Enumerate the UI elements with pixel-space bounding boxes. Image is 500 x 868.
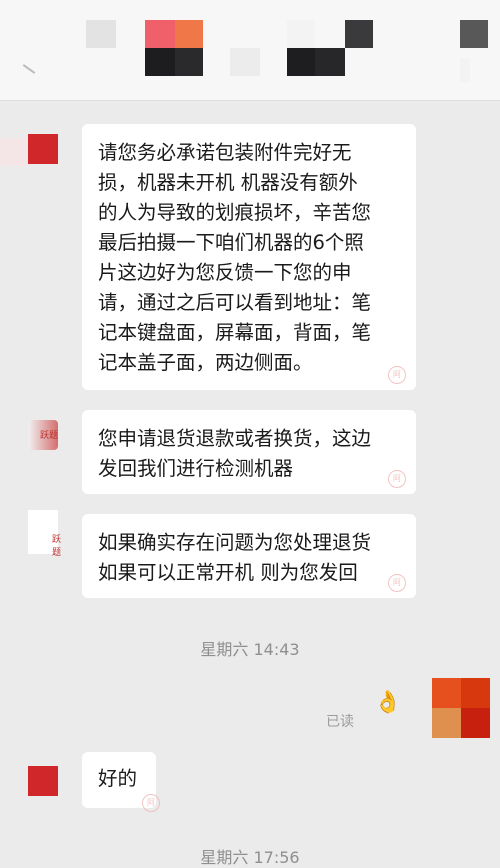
watermark-icon: 阿 <box>388 470 406 488</box>
avatar-shadow <box>0 138 28 166</box>
avatar[interactable]: 跃题 <box>28 420 58 450</box>
redacted-pixel-block <box>287 48 315 76</box>
self-avatar[interactable] <box>432 678 490 738</box>
chat-header <box>0 0 500 101</box>
self-avatar-pixel <box>432 708 461 738</box>
avatar[interactable]: 跃题 <box>28 510 61 558</box>
read-receipt: 已读 <box>326 714 354 730</box>
message-bubble[interactable]: 请您务必承诺包装附件完好无 损，机器未开机 机器没有额外 的人为导致的划痕损坏，… <box>82 124 416 390</box>
message-bubble[interactable]: 您申请退货退款或者换货，这边 发回我们进行检测机器 阿 <box>82 410 416 494</box>
avatar-label: 跃题 <box>52 535 62 558</box>
message-bubble[interactable]: 好的 阿 <box>82 752 160 812</box>
ok-hand-sticker[interactable]: 👌 <box>374 690 401 715</box>
message-text: 好的 <box>98 767 138 790</box>
message-text: 请您务必承诺包装附件完好无 损，机器未开机 机器没有额外 的人为导致的划痕损坏，… <box>98 141 372 374</box>
redacted-pixel-block <box>175 48 203 76</box>
avatar-label: 跃题 <box>40 431 59 441</box>
back-arrow-icon[interactable] <box>22 64 36 74</box>
self-avatar-pixel <box>461 678 490 708</box>
redacted-pixel-block <box>315 48 345 76</box>
timestamp: 星期六 14:43 <box>200 640 300 659</box>
redacted-pixel-block <box>145 48 175 76</box>
redacted-pixel-block <box>145 20 175 48</box>
redacted-pixel-block <box>230 48 260 76</box>
redacted-pixel-block <box>345 20 373 48</box>
message-text: 如果确实存在问题为您处理退货 如果可以正常开机 则为您发回 <box>98 531 372 584</box>
redacted-pixel-block <box>460 20 488 48</box>
redacted-pixel-block <box>460 58 470 82</box>
self-avatar-pixel <box>461 708 490 738</box>
timestamp: 星期六 17:56 <box>200 848 300 867</box>
self-avatar-pixel <box>432 678 461 708</box>
message-text: 您申请退货退款或者换货，这边 发回我们进行检测机器 <box>98 427 372 480</box>
redacted-pixel-block <box>287 20 315 48</box>
watermark-icon: 阿 <box>388 366 406 384</box>
avatar[interactable] <box>28 134 58 164</box>
watermark-icon: 阿 <box>388 574 406 592</box>
redacted-pixel-block <box>86 20 116 48</box>
watermark-icon: 阿 <box>142 794 160 812</box>
avatar[interactable] <box>28 766 58 796</box>
message-bubble[interactable]: 如果确实存在问题为您处理退货 如果可以正常开机 则为您发回 阿 <box>82 514 416 598</box>
redacted-pixel-block <box>175 20 203 48</box>
